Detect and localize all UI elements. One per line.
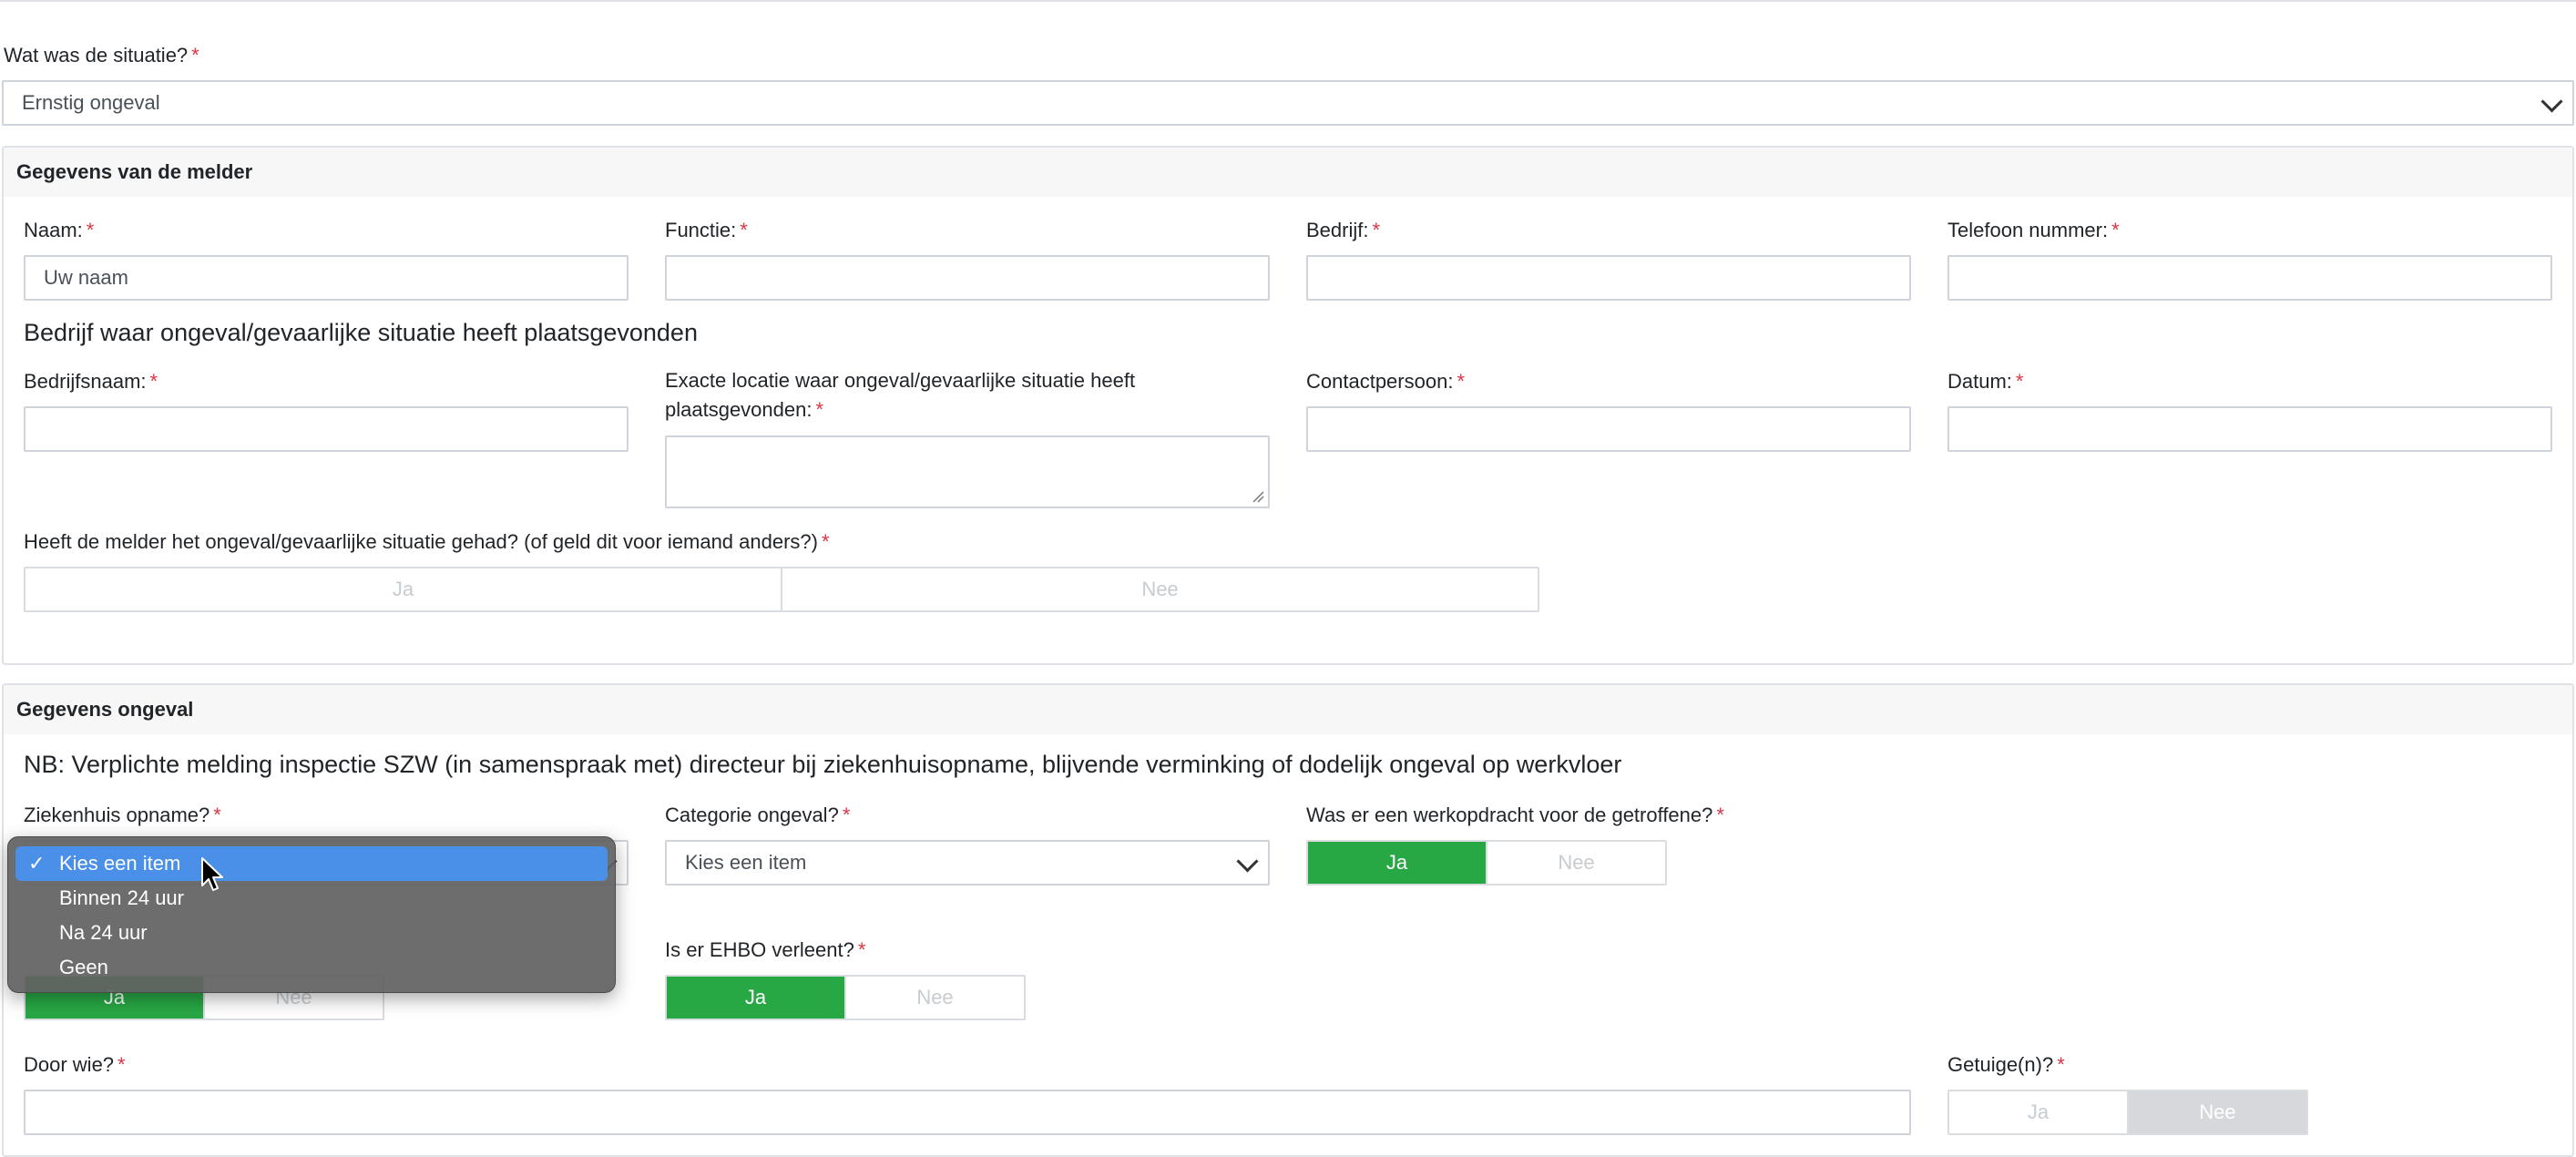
- locatie-label-text: Exacte locatie waar ongeval/gevaarlijke …: [665, 369, 1136, 421]
- datum-label-text: Datum:: [1947, 370, 2012, 393]
- mouse-cursor-icon: [201, 857, 223, 891]
- bedrijfsnaam-input[interactable]: [24, 406, 629, 452]
- ehbo-toggle: Ja Nee: [665, 975, 1026, 1020]
- required-marker: *: [191, 44, 199, 67]
- datum-label: Datum: *: [1947, 370, 2023, 394]
- dropdown-option-binnen-24[interactable]: Binnen 24 uur: [15, 881, 608, 916]
- required-marker: *: [1372, 219, 1381, 241]
- chevron-down-icon: [2540, 90, 2563, 113]
- categorie-select[interactable]: Kies een item: [665, 840, 1270, 886]
- ehbo-nee-option[interactable]: Nee: [844, 977, 1024, 1019]
- required-marker: *: [857, 938, 866, 961]
- dropdown-option-label: Geen: [59, 956, 108, 978]
- chevron-down-icon: [1236, 850, 1259, 873]
- ehbo-label: Is er EHBO verleent? *: [665, 938, 865, 962]
- ehbo-label-text: Is er EHBO verleent?: [665, 938, 854, 961]
- zelf-toggle: Ja Nee: [24, 567, 1539, 612]
- ziekenhuis-label: Ziekenhuis opname? *: [24, 804, 221, 827]
- required-marker: *: [1716, 804, 1724, 826]
- telefoon-label: Telefoon nummer: *: [1947, 219, 2120, 242]
- categorie-select-value: Kies een item: [685, 851, 807, 874]
- categorie-label-text: Categorie ongeval?: [665, 804, 839, 826]
- ongeval-panel-header: Gegevens ongeval: [4, 685, 2572, 734]
- getuige-label-text: Getuige(n)?: [1947, 1053, 2054, 1076]
- ongeval-panel-title: Gegevens ongeval: [16, 698, 194, 721]
- required-marker: *: [740, 219, 748, 241]
- resize-grip-icon[interactable]: [1252, 490, 1264, 503]
- melder-panel-header: Gegevens van de melder: [4, 148, 2572, 197]
- required-marker: *: [2057, 1053, 2065, 1076]
- required-marker: *: [821, 530, 830, 553]
- functie-input[interactable]: [665, 255, 1270, 301]
- required-marker: *: [213, 804, 221, 826]
- naam-label-text: Naam:: [24, 219, 83, 241]
- zelf-label: Heeft de melder het ongeval/gevaarlijke …: [24, 530, 830, 554]
- getuige-label: Getuige(n)? *: [1947, 1053, 2065, 1077]
- categorie-label: Categorie ongeval? *: [665, 804, 850, 827]
- required-marker: *: [2015, 370, 2024, 393]
- checkmark-icon: ✓: [28, 852, 46, 875]
- top-divider: [0, 0, 2576, 2]
- required-marker: *: [2111, 219, 2120, 241]
- zelf-label-text: Heeft de melder het ongeval/gevaarlijke …: [24, 530, 818, 553]
- doorwie-label: Door wie? *: [24, 1053, 126, 1077]
- werkopdracht-ja-option[interactable]: Ja: [1308, 842, 1486, 884]
- dropdown-option-na-24[interactable]: Na 24 uur: [15, 916, 608, 950]
- zelf-nee-option[interactable]: Nee: [781, 568, 1538, 610]
- bedrijfsnaam-label-text: Bedrijfsnaam:: [24, 370, 147, 393]
- ziekenhuis-dropdown-menu: ✓ Kies een item Binnen 24 uur Na 24 uur …: [7, 836, 616, 993]
- form-page: Wat was de situatie? * Ernstig ongeval Ge…: [0, 0, 2576, 1157]
- functie-label-text: Functie:: [665, 219, 737, 241]
- required-marker: *: [815, 398, 824, 421]
- contactpersoon-label: Contactpersoon: *: [1306, 370, 1465, 394]
- required-marker: *: [842, 804, 851, 826]
- dropdown-option-label: Binnen 24 uur: [59, 886, 184, 909]
- bedrijf-input[interactable]: [1306, 255, 1911, 301]
- bedrijf-section-title: Bedrijf waar ongeval/gevaarlijke situati…: [24, 319, 698, 346]
- situatie-label: Wat was de situatie? *: [4, 44, 199, 67]
- required-marker: *: [118, 1053, 126, 1076]
- szw-notice: NB: Verplichte melding inspectie SZW (in…: [24, 751, 1622, 778]
- dropdown-option-label: Na 24 uur: [59, 921, 148, 944]
- naam-placeholder: Uw naam: [44, 266, 128, 289]
- getuige-ja-option[interactable]: Ja: [1949, 1091, 2127, 1133]
- functie-label: Functie: *: [665, 219, 748, 242]
- locatie-textarea[interactable]: [665, 435, 1270, 508]
- naam-label: Naam: *: [24, 219, 94, 242]
- getuige-nee-option[interactable]: Nee: [2127, 1091, 2306, 1133]
- situatie-select[interactable]: Ernstig ongeval: [2, 80, 2574, 126]
- doorwie-label-text: Door wie?: [24, 1053, 115, 1076]
- telefoon-input[interactable]: [1947, 255, 2552, 301]
- doorwie-input[interactable]: [24, 1090, 1911, 1135]
- required-marker: *: [149, 370, 158, 393]
- werkopdracht-nee-option[interactable]: Nee: [1486, 842, 1665, 884]
- dropdown-option-label: Kies een item: [59, 852, 181, 875]
- bedrijf-label: Bedrijf: *: [1306, 219, 1380, 242]
- ehbo-ja-option[interactable]: Ja: [667, 977, 844, 1019]
- zelf-ja-option[interactable]: Ja: [26, 568, 781, 610]
- situatie-label-text: Wat was de situatie?: [4, 44, 189, 67]
- melder-panel-title: Gegevens van de melder: [16, 160, 253, 183]
- required-marker: *: [86, 219, 95, 241]
- datum-input[interactable]: [1947, 406, 2552, 452]
- dropdown-option-geen[interactable]: Geen: [15, 950, 608, 985]
- locatie-label: Exacte locatie waar ongeval/gevaarlijke …: [665, 366, 1211, 425]
- telefoon-label-text: Telefoon nummer:: [1947, 219, 2109, 241]
- ziekenhuis-label-text: Ziekenhuis opname?: [24, 804, 210, 826]
- dropdown-option-kies[interactable]: ✓ Kies een item: [15, 846, 608, 881]
- bedrijf-label-text: Bedrijf:: [1306, 219, 1369, 241]
- required-marker: *: [1457, 370, 1465, 393]
- getuige-toggle: Ja Nee: [1947, 1090, 2308, 1135]
- werkopdracht-label-text: Was er een werkopdracht voor de getroffe…: [1306, 804, 1713, 826]
- werkopdracht-toggle: Ja Nee: [1306, 840, 1667, 886]
- situatie-select-value: Ernstig ongeval: [22, 91, 160, 114]
- contactpersoon-label-text: Contactpersoon:: [1306, 370, 1454, 393]
- naam-input[interactable]: Uw naam: [24, 255, 629, 301]
- bedrijfsnaam-label: Bedrijfsnaam: *: [24, 370, 158, 394]
- werkopdracht-label: Was er een werkopdracht voor de getroffe…: [1306, 804, 1724, 827]
- contactpersoon-input[interactable]: [1306, 406, 1911, 452]
